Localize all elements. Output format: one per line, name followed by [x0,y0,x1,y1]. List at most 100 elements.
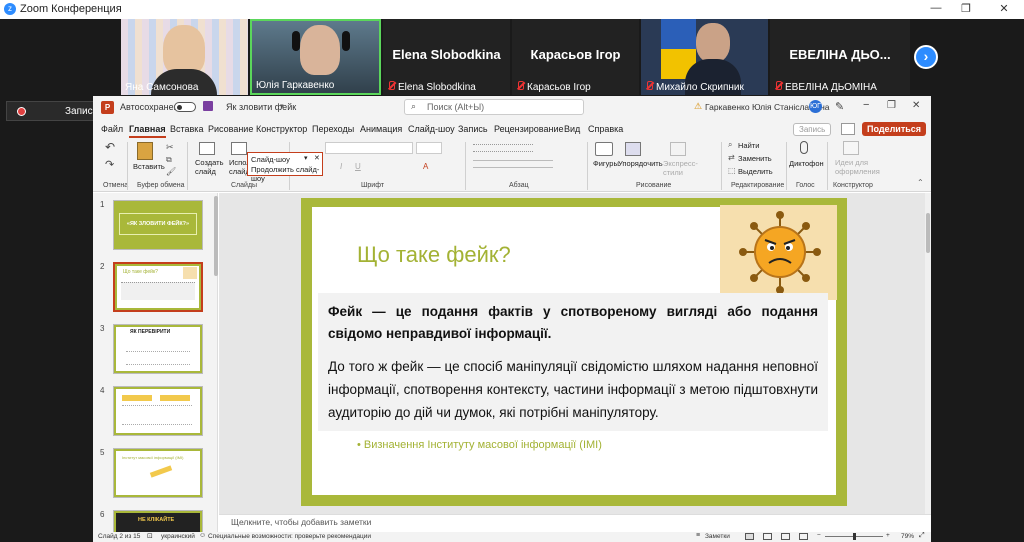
scrollbar-thumb[interactable] [926,213,930,253]
shapes-icon[interactable] [595,142,613,156]
minimize-button[interactable]: − [863,99,869,111]
font-size-select[interactable] [416,142,442,154]
participant-tile[interactable]: Михайло Скрипник [641,19,768,95]
slide-thumbnail[interactable]: ЯК ПЕРЕВІРИТИ [113,324,203,374]
undo-icon[interactable]: ↶ [105,140,115,154]
slide-thumbnail[interactable]: Інститут масової інформації (ІМІ) [113,448,203,498]
spellcheck-icon[interactable]: ⊡ [147,532,153,540]
microphone-icon[interactable] [800,141,808,154]
comments-icon[interactable] [841,123,855,135]
cut-icon[interactable]: ✂ [166,142,174,153]
new-slide-label[interactable]: Создать слайд [195,158,225,176]
slide-thumbnail[interactable]: «ЯК ЗЛОВИТИ ФЕЙК?» [113,200,203,250]
italic-icon[interactable]: I [340,162,342,171]
search-input[interactable]: Поиск (Alt+Ы) [404,99,584,115]
close-button[interactable]: ✕ [912,100,920,111]
zoom-level[interactable]: 79% [901,533,914,540]
arrange-label[interactable]: Упорядочить [618,159,663,168]
document-title[interactable]: Як зловити фейк [226,102,296,112]
participant-tile[interactable]: Elena Slobodkina Elena Slobodkina [383,19,510,95]
reuse-slides-icon[interactable] [231,142,247,155]
select-icon[interactable]: ⬚ [728,166,736,175]
normal-view-icon[interactable] [745,533,754,540]
canvas-scrollbar[interactable] [925,193,931,514]
list-icon[interactable] [473,144,533,152]
slide-title[interactable]: Що таке фейк? [357,242,511,268]
zoom-in-icon[interactable]: + [886,532,890,539]
tab-animations[interactable]: Анимация [360,124,402,134]
align-icon[interactable] [473,160,553,168]
chevron-down-icon[interactable]: ▾ [280,102,284,110]
fit-slide-icon[interactable]: ⤢ [919,532,925,540]
definition-source[interactable]: • Визначення Інституту масової інформаці… [357,439,602,451]
save-icon[interactable] [203,101,213,111]
language-label[interactable]: украинский [161,533,195,540]
tab-slideshow[interactable]: Слайд-шоу [408,124,455,134]
font-color-icon[interactable]: A [423,162,428,171]
thumbnail-scrollbar[interactable] [214,196,218,276]
select-label[interactable]: Выделить [738,167,773,176]
avatar[interactable]: ЮГ [809,100,822,113]
designer-label[interactable]: Идеи для оформления [835,158,880,176]
tab-review[interactable]: Рецензирование [494,124,564,134]
copy-icon[interactable]: ⧉ [166,155,172,165]
shapes-label[interactable]: Фигуры [593,159,619,168]
minimize-button[interactable]: — [926,2,946,14]
tab-draw[interactable]: Рисование [208,124,253,134]
slide-thumbnail-selected[interactable]: Що таке фейк? [113,262,203,312]
restore-button[interactable]: ❐ [887,100,896,111]
share-button[interactable]: Поделиться [862,122,927,136]
tab-transitions[interactable]: Переходы [312,124,354,134]
close-button[interactable]: ✕ [994,2,1014,15]
next-participants-button[interactable]: › [914,45,938,69]
arrange-icon[interactable] [625,142,641,156]
quick-styles-label[interactable]: Экспресс-стили [663,159,699,177]
tab-view[interactable]: Вид [564,124,580,134]
paste-icon[interactable] [137,142,153,160]
tab-help[interactable]: Справка [588,124,623,134]
underline-icon[interactable]: U [355,162,361,171]
new-slide-icon[interactable] [199,142,215,155]
popup-close-icon[interactable]: ✕ [314,154,320,162]
slide-thumbnail[interactable]: НЕ КЛІКАЙТЕ [113,510,203,532]
dictate-label[interactable]: Диктофон [789,159,824,168]
find-label[interactable]: Найти [738,141,759,150]
tab-insert[interactable]: Вставка [170,124,203,134]
replace-icon[interactable]: ⇄ [728,153,735,162]
definition-box[interactable]: Фейк — це подання фактів у спотвореному … [318,293,828,431]
notes-button[interactable]: Заметки [705,533,730,540]
paste-label[interactable]: Вставить [133,162,165,171]
designer-icon[interactable] [843,141,859,155]
zoom-slider-thumb[interactable] [853,533,856,540]
sorter-view-icon[interactable] [763,533,772,540]
replace-label[interactable]: Заменить [738,154,772,163]
tab-design[interactable]: Конструктор [256,124,307,134]
participant-tile[interactable]: Яна Самсонова [121,19,248,95]
format-painter-icon[interactable]: 🖌 [166,167,176,176]
tab-file[interactable]: Файл [101,124,123,134]
tab-record[interactable]: Запись [458,124,488,134]
reading-view-icon[interactable] [781,533,790,540]
find-icon[interactable]: ⌕ [728,140,732,150]
maximize-button[interactable]: ❐ [956,2,976,15]
slide[interactable]: Що таке фейк? Фейк — це подання фактів у… [301,198,847,506]
slide-thumbnail[interactable] [113,386,203,436]
autosave-toggle[interactable] [174,102,196,112]
participant-tile-active[interactable]: Юлія Гаркавенко [250,19,381,95]
tab-home[interactable]: Главная [129,124,166,138]
participant-tile[interactable]: Карасьов Ігор Карасьов Ігор [512,19,639,95]
slide-number: 3 [100,324,105,333]
continue-slideshow-item[interactable]: Продолжить слайд-шоу [251,165,322,183]
collapse-ribbon-icon[interactable]: ⌃ [917,178,924,187]
redo-icon[interactable]: ↷ [105,158,114,171]
record-button[interactable]: Запись [793,123,832,136]
quick-styles-icon[interactable] [670,142,686,156]
accessibility-status[interactable]: Специальные возможности: проверьте реком… [208,533,371,540]
font-name-select[interactable] [325,142,413,154]
zoom-out-icon[interactable]: − [817,532,821,539]
participant-tile[interactable]: ЕВЕЛІНА ДЬО... ЕВЕЛІНА ДЬОМІНА [770,19,910,95]
pen-icon[interactable]: ✎ [835,100,844,113]
slideshow-view-icon[interactable] [799,533,808,540]
notes-pane[interactable]: Щелкните, чтобы добавить заметки [219,514,931,532]
popup-dropdown-icon[interactable]: ▾ [304,154,308,162]
